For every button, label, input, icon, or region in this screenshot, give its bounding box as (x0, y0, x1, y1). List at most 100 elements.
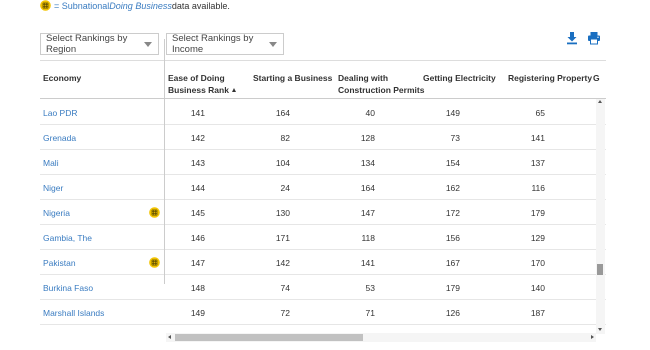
table-body: Lao PDR 141 164 40 149 65 Grenada 142 82 128 73 141… (40, 100, 606, 334)
header-ease-rank[interactable]: Ease of Doing Business Rank (168, 72, 236, 96)
horizontal-scrollbar[interactable] (166, 333, 596, 342)
scroll-right-icon[interactable] (591, 335, 594, 339)
table-row: Burkina Faso 148 74 53 179 140 (40, 275, 606, 300)
header-ease-line2: Business Rank (168, 85, 229, 95)
header-ease-line1: Ease of Doing (168, 73, 225, 83)
legend-italic: Doing Business (109, 0, 172, 11)
table-row: Pakistan 147 142 141 167 170 (40, 250, 606, 275)
cell-registering-property: 140 (530, 283, 545, 293)
income-select-label: Select Rankings by Income (172, 33, 254, 55)
subnational-legend: = Subnational Doing Business data availa… (40, 0, 230, 11)
frozen-column-divider (164, 39, 165, 284)
legend-suffix: data available. (171, 0, 230, 11)
scroll-down-icon[interactable] (598, 328, 602, 331)
cell-starting-business: 130 (275, 208, 290, 218)
table-row: Grenada 142 82 128 73 141 (40, 125, 606, 150)
cell-getting-electricity: 73 (450, 133, 460, 143)
header-starting-business[interactable]: Starting a Business (253, 72, 332, 84)
economy-link[interactable]: Gambia, The (43, 233, 92, 243)
subnational-grid-icon[interactable] (149, 257, 160, 268)
cell-registering-property: 179 (530, 208, 545, 218)
economy-link[interactable]: Grenada (43, 133, 76, 143)
cell-ease-rank: 149 (190, 308, 205, 318)
cell-ease-rank: 142 (190, 133, 205, 143)
cell-ease-rank: 143 (190, 158, 205, 168)
cell-starting-business: 82 (280, 133, 290, 143)
header-economy[interactable]: Economy (43, 72, 81, 84)
table-row: Mali 143 104 134 154 137 (40, 150, 606, 175)
cell-starting-business: 164 (275, 108, 290, 118)
scroll-left-icon[interactable] (168, 335, 171, 339)
cell-getting-electricity: 179 (445, 283, 460, 293)
cell-registering-property: 137 (530, 158, 545, 168)
rankings-table: Economy Ease of Doing Business Rank Star… (40, 60, 606, 344)
header-construction-permits[interactable]: Dealing with Construction Permits (338, 72, 424, 96)
cell-starting-business: 104 (275, 158, 290, 168)
cell-registering-property: 187 (530, 308, 545, 318)
horizontal-scroll-thumb[interactable] (175, 334, 363, 341)
table-row: Niger 144 24 164 162 116 (40, 175, 606, 200)
cell-getting-electricity: 162 (445, 183, 460, 193)
vertical-scrollbar[interactable] (596, 99, 605, 334)
chevron-down-icon (144, 42, 152, 47)
header-construction-line1: Dealing with (338, 73, 389, 83)
cell-construction-permits: 118 (361, 233, 375, 243)
header-registering-property[interactable]: Registering Property (508, 72, 592, 84)
header-construction-line2: Construction Permits (338, 85, 425, 95)
cell-registering-property: 129 (530, 233, 545, 243)
cell-ease-rank: 147 (190, 258, 205, 268)
cell-construction-permits: 141 (360, 258, 375, 268)
cell-starting-business: 24 (280, 183, 290, 193)
legend-prefix: = Subnational (54, 0, 110, 11)
region-ranking-select[interactable]: Select Rankings by Region (40, 33, 159, 55)
print-icon[interactable] (587, 31, 601, 45)
cell-registering-property: 65 (535, 108, 545, 118)
economy-link[interactable]: Mali (43, 158, 59, 168)
economy-link[interactable]: Marshall Islands (43, 308, 104, 318)
table-row: Lao PDR 141 164 40 149 65 (40, 100, 606, 125)
cell-construction-permits: 128 (360, 133, 375, 143)
vertical-scroll-thumb[interactable] (597, 264, 603, 275)
table-row: Marshall Islands 149 72 71 126 187 (40, 300, 606, 325)
subnational-grid-icon (40, 0, 51, 11)
economy-link[interactable]: Burkina Faso (43, 283, 93, 293)
cell-getting-electricity: 149 (445, 108, 460, 118)
cell-getting-electricity: 126 (445, 308, 460, 318)
download-icon[interactable] (565, 31, 579, 45)
table-row: Nigeria 145 130 147 172 179 (40, 200, 606, 225)
cell-starting-business: 74 (280, 283, 290, 293)
cell-getting-electricity: 156 (445, 233, 460, 243)
cell-registering-property: 116 (531, 183, 545, 193)
cell-ease-rank: 145 (190, 208, 205, 218)
cell-construction-permits: 53 (365, 283, 375, 293)
scroll-up-icon[interactable] (598, 100, 602, 103)
cell-starting-business: 142 (275, 258, 290, 268)
economy-link[interactable]: Pakistan (43, 258, 76, 268)
cell-ease-rank: 148 (190, 283, 205, 293)
cell-getting-electricity: 172 (445, 208, 460, 218)
region-select-label: Select Rankings by Region (46, 33, 128, 55)
cell-construction-permits: 164 (360, 183, 375, 193)
economy-link[interactable]: Lao PDR (43, 108, 78, 118)
income-ranking-select[interactable]: Select Rankings by Income (166, 33, 284, 55)
cell-construction-permits: 71 (365, 308, 375, 318)
economy-link[interactable]: Niger (43, 183, 63, 193)
cell-starting-business: 72 (280, 308, 290, 318)
cell-registering-property: 141 (530, 133, 545, 143)
cell-construction-permits: 134 (360, 158, 375, 168)
table-header: Economy Ease of Doing Business Rank Star… (40, 61, 606, 99)
subnational-grid-icon[interactable] (149, 207, 160, 218)
header-next-column[interactable]: G (593, 72, 600, 84)
cell-registering-property: 170 (530, 258, 545, 268)
cell-ease-rank: 146 (190, 233, 205, 243)
chevron-down-icon (269, 42, 277, 47)
header-getting-electricity[interactable]: Getting Electricity (423, 72, 496, 84)
table-row: Gambia, The 146 171 118 156 129 (40, 225, 606, 250)
cell-getting-electricity: 154 (445, 158, 460, 168)
cell-ease-rank: 141 (190, 108, 205, 118)
cell-construction-permits: 40 (365, 108, 375, 118)
economy-link[interactable]: Nigeria (43, 208, 70, 218)
sort-ascending-icon (231, 88, 236, 92)
cell-ease-rank: 144 (190, 183, 205, 193)
cell-getting-electricity: 167 (445, 258, 460, 268)
